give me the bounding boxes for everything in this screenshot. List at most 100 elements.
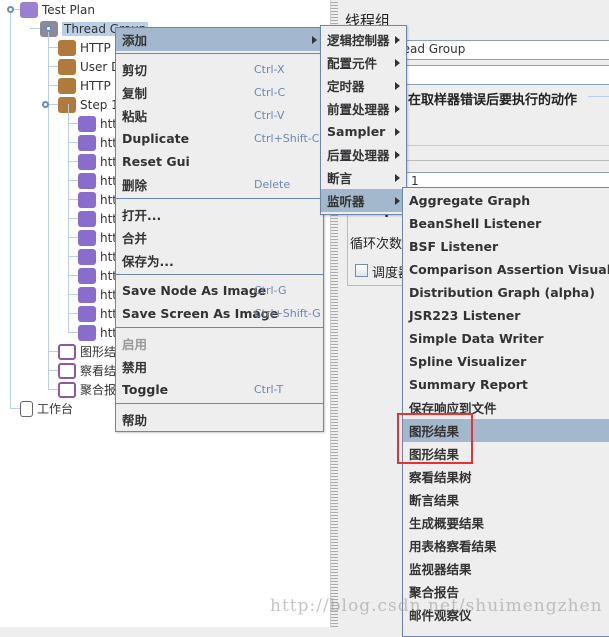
tree-connector: [68, 180, 78, 181]
submenu-arrow-icon: [312, 35, 317, 44]
submenu-item[interactable]: Simple Data Writer: [403, 327, 609, 350]
submenu-item-label: 生成概要结果: [409, 516, 485, 531]
submenu-arrow-icon: [395, 81, 400, 90]
group-border: [588, 96, 609, 97]
submenu-item[interactable]: 配置元件: [321, 51, 406, 74]
transaction-controller-icon: [58, 96, 76, 113]
tree-node[interactable]: 工作台: [20, 399, 73, 418]
menu-separator: [116, 53, 323, 55]
menu-item-duplicate[interactable]: Duplicate Ctrl+Shift-C: [116, 127, 323, 150]
submenu-item-label: Comparison Assertion Visualizer: [409, 262, 609, 277]
submenu-item-label: 断言结果: [409, 493, 460, 508]
tree-connector: [68, 332, 78, 333]
tree-connector: [48, 351, 58, 352]
listener-gauge-icon: [58, 381, 76, 398]
tree-node[interactable]: Test Plan: [20, 0, 95, 19]
loop-count-label: 循环次数: [350, 237, 403, 252]
tree-expand-toggle[interactable]: [45, 25, 52, 32]
menu-item-reset-gui[interactable]: Reset Gui: [116, 150, 323, 173]
menu-item[interactable]: 粘贴 Ctrl-V: [116, 104, 323, 127]
submenu-arrow-icon: [395, 58, 400, 67]
menu-item[interactable]: 合并: [116, 226, 323, 249]
submenu-arrow-icon: [395, 196, 400, 205]
tree-connector: [48, 85, 58, 86]
menu-shortcut: Ctrl-T: [254, 383, 284, 396]
submenu-item[interactable]: BSF Listener: [403, 235, 609, 258]
submenu-item[interactable]: Summary Report: [403, 373, 609, 396]
sampler-pipette-icon: [78, 210, 96, 227]
submenu-item[interactable]: Sampler: [321, 120, 406, 143]
menu-item[interactable]: 帮助: [116, 408, 323, 431]
submenu-item[interactable]: 定时器: [321, 74, 406, 97]
submenu-item[interactable]: 前置处理器: [321, 97, 406, 120]
submenu-item[interactable]: BeanShell Listener: [403, 212, 609, 235]
menu-separator: [116, 274, 323, 276]
sampler-pipette-icon: [78, 153, 96, 170]
test-plan-flask-icon: [20, 1, 38, 18]
menu-item[interactable]: 添加: [116, 28, 323, 51]
submenu-item[interactable]: Comparison Assertion Visualizer: [403, 258, 609, 281]
menu-item[interactable]: 删除 Delete: [116, 173, 323, 196]
submenu-item[interactable]: 断言: [321, 166, 406, 189]
submenu-item-label: BSF Listener: [409, 239, 499, 254]
tree-connector: [68, 104, 69, 332]
menu-item[interactable]: 剪切 Ctrl-X: [116, 58, 323, 81]
submenu-item[interactable]: 断言结果: [403, 488, 609, 511]
menu-item-label: 剪切: [122, 63, 148, 78]
tree-connector: [10, 9, 11, 408]
menu-item-label: 禁用: [122, 360, 148, 375]
submenu-item-label: Aggregate Graph: [409, 193, 531, 208]
listener-gauge-icon: [58, 343, 76, 360]
menu-item-toggle[interactable]: Toggle Ctrl-T: [116, 378, 323, 401]
submenu-item-label: BeanShell Listener: [409, 216, 542, 231]
name-field[interactable]: Thread Group: [378, 40, 609, 60]
comments-field[interactable]: [378, 65, 609, 85]
menu-item-save-screen-as-image[interactable]: Save Screen As Image Ctrl+Shift-G: [116, 302, 323, 325]
submenu-item[interactable]: Aggregate Graph: [403, 189, 609, 212]
watermark: http://blog.csdn.net/shuimengzhen: [270, 596, 603, 616]
submenu-item[interactable]: JSR223 Listener: [403, 304, 609, 327]
tree-expand-toggle[interactable]: [7, 6, 14, 13]
menu-separator: [116, 403, 323, 405]
menu-item-label: 删除: [122, 178, 148, 193]
menu-item-label: 粘贴: [122, 109, 148, 124]
menu-item-label: 启用: [122, 337, 148, 352]
menu-shortcut: Ctrl+Shift-G: [254, 307, 321, 320]
submenu-item[interactable]: 用表格察看结果: [403, 534, 609, 557]
menu-shortcut: Ctrl+Shift-C: [254, 132, 320, 145]
tree-connector: [68, 275, 78, 276]
submenu-item-label: 配置元件: [327, 56, 378, 71]
listener-gauge-icon: [58, 362, 76, 379]
add-submenu: 逻辑控制器配置元件定时器 前置处理器 Sampler 后置处理器 断言 监听器: [320, 25, 407, 215]
submenu-item[interactable]: Distribution Graph (alpha): [403, 281, 609, 304]
submenu-item[interactable]: 监视器结果: [403, 557, 609, 580]
sampler-pipette-icon: [78, 191, 96, 208]
submenu-item[interactable]: 察看结果树: [403, 465, 609, 488]
submenu-item[interactable]: 生成概要结果: [403, 511, 609, 534]
tree-expand-toggle[interactable]: [42, 101, 49, 108]
menu-item[interactable]: 保存为...: [116, 249, 323, 272]
sampler-pipette-icon: [78, 172, 96, 189]
sampler-pipette-icon: [78, 267, 96, 284]
submenu-arrow-icon: [395, 150, 400, 159]
scheduler-checkbox[interactable]: [355, 264, 368, 277]
sampler-pipette-icon: [78, 229, 96, 246]
submenu-item[interactable]: Spline Visualizer: [403, 350, 609, 373]
menu-item-label: Duplicate: [122, 131, 190, 146]
menu-item[interactable]: 复制 Ctrl-C: [116, 81, 323, 104]
menu-shortcut: Ctrl-C: [254, 86, 286, 99]
annotation-highlight-box: [397, 413, 473, 464]
menu-item-label: 打开...: [122, 208, 162, 223]
menu-item: 启用: [116, 332, 323, 355]
submenu-item[interactable]: 后置处理器: [321, 143, 406, 166]
menu-item[interactable]: 打开...: [116, 203, 323, 226]
tree-node-label: 工作台: [37, 402, 74, 416]
submenu-item[interactable]: 监听器: [321, 189, 406, 212]
menu-item[interactable]: 禁用: [116, 355, 323, 378]
tree-connector: [68, 313, 78, 314]
submenu-item[interactable]: 逻辑控制器: [321, 28, 406, 51]
submenu-arrow-icon: [395, 173, 400, 182]
menu-item-save-node-as-image[interactable]: Save Node As Image Ctrl-G: [116, 279, 323, 302]
menu-shortcut: Ctrl-G: [254, 284, 287, 297]
menu-separator: [116, 198, 323, 200]
